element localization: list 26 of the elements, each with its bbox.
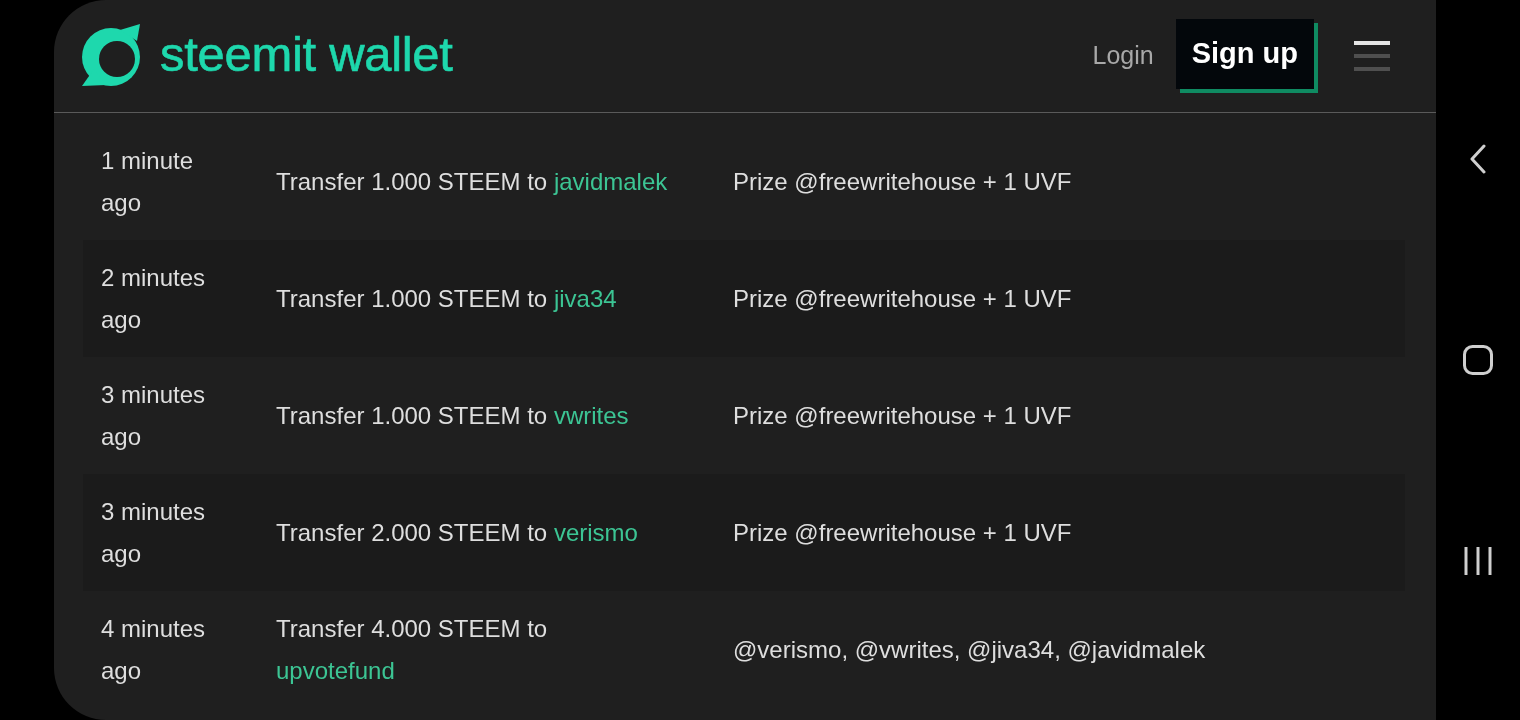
home-icon[interactable] bbox=[1463, 345, 1493, 375]
time-text: 4 minutes ago bbox=[101, 614, 206, 684]
recents-icon[interactable] bbox=[1464, 546, 1492, 576]
brand-title[interactable]: steemit wallet bbox=[160, 29, 453, 83]
time-text: 3 minutes ago bbox=[101, 497, 206, 567]
recipient-link[interactable]: vwrites bbox=[553, 401, 629, 429]
transfer-text: Transfer 1.000 STEEM to javidmalek bbox=[276, 167, 668, 195]
memo-text: Prize @freewritehouse + 1 UVF bbox=[733, 284, 1072, 312]
memo-text: Prize @freewritehouse + 1 UVF bbox=[733, 167, 1072, 195]
recipient-link[interactable]: jiva34 bbox=[553, 284, 617, 312]
back-icon[interactable] bbox=[1470, 144, 1486, 174]
recipient-link[interactable]: javidmalek bbox=[553, 167, 668, 195]
memo-text: @verismo, @vwrites, @jiva34, @javidmalek bbox=[733, 635, 1206, 663]
recipient-link[interactable]: upvotefund bbox=[276, 656, 395, 684]
menu-icon[interactable] bbox=[1354, 41, 1390, 71]
login-link[interactable]: Login bbox=[1092, 37, 1154, 75]
transfer-text: Transfer 1.000 STEEM to jiva34 bbox=[276, 284, 617, 312]
time-text: 2 minutes ago bbox=[101, 263, 206, 333]
memo-text: Prize @freewritehouse + 1 UVF bbox=[733, 401, 1072, 429]
time-text: 1 minute ago bbox=[101, 146, 194, 216]
recipient-link[interactable]: verismo bbox=[553, 518, 638, 546]
memo-text: Prize @freewritehouse + 1 UVF bbox=[733, 518, 1072, 546]
transfer-text: Transfer 4.000 STEEM to upvotefund bbox=[276, 614, 548, 684]
transfer-text: Transfer 2.000 STEEM to verismo bbox=[276, 518, 638, 546]
time-text: 3 minutes ago bbox=[101, 380, 206, 450]
transfer-text: Transfer 1.000 STEEM to vwrites bbox=[276, 401, 629, 429]
